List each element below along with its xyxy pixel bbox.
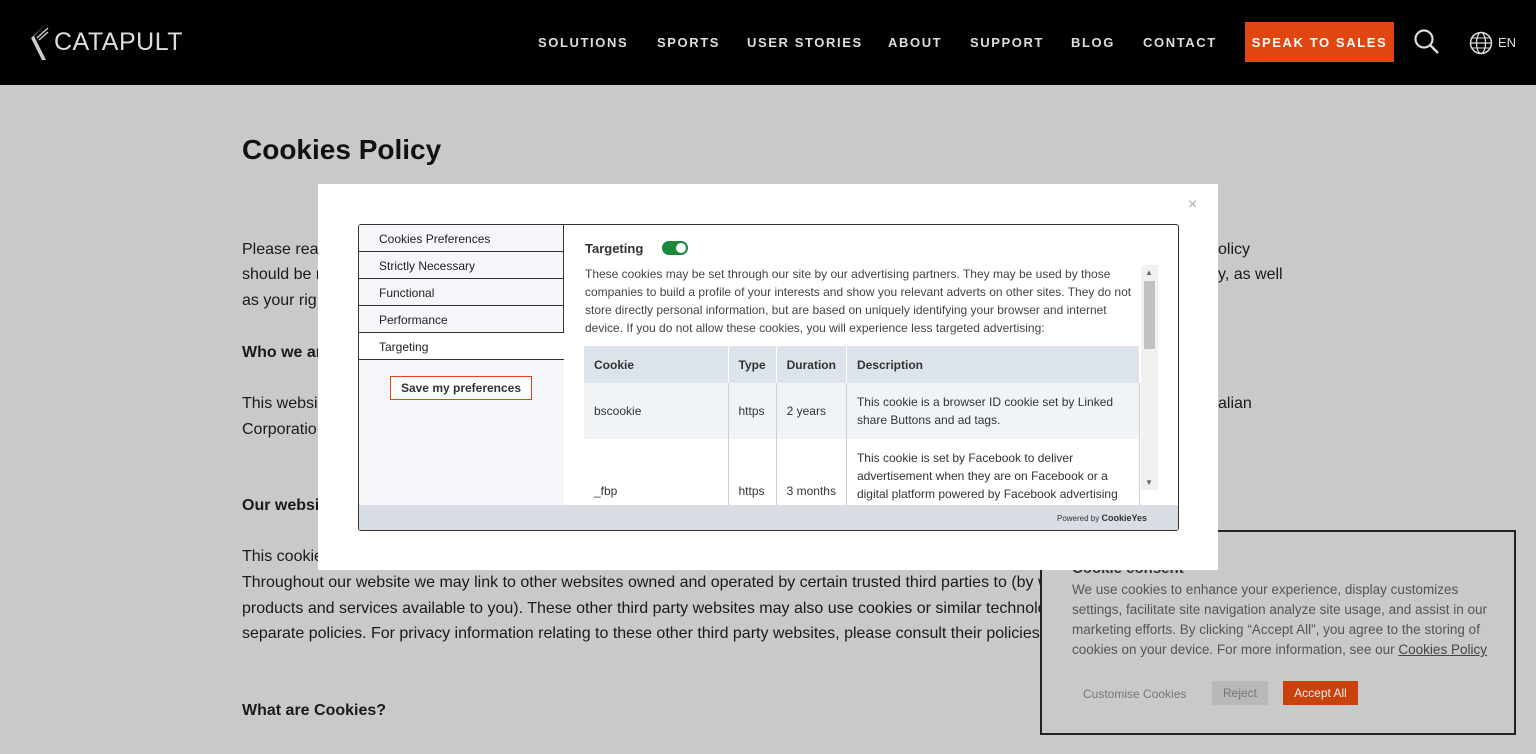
section-description: These cookies may be set through our sit…	[585, 267, 1132, 335]
cell: https	[728, 439, 777, 505]
table-row: _fbp https 3 months This cookie is set by F…	[584, 439, 1141, 505]
customise-cookies-button[interactable]: Customise Cookies	[1083, 687, 1186, 701]
cell: 2 years	[776, 383, 847, 439]
tab-cookies-preferences[interactable]: Cookies Preferences	[359, 225, 564, 252]
body-text: should be r	[242, 266, 322, 283]
cookie-table: Cookie Type Duration Description bscookie ht…	[584, 346, 1141, 505]
globe-icon[interactable]	[1469, 31, 1493, 55]
banner-text: We use cookies to enhance your experienc…	[1072, 580, 1492, 660]
column-header: Cookie	[584, 346, 729, 383]
body-text: as your rig	[242, 292, 317, 309]
logo-text: CATAPULT	[54, 27, 184, 56]
site-header: CATAPULT SOLUTIONS SPORTS USER STORIES A…	[0, 0, 1536, 85]
body-text: products and services available to you).…	[242, 600, 1047, 617]
nav-solutions[interactable]: SOLUTIONS	[538, 35, 628, 50]
column-header: Type	[728, 346, 777, 383]
page-title: Cookies Policy	[242, 134, 442, 165]
scrollbar-thumb[interactable]	[1144, 281, 1155, 349]
tab-targeting[interactable]: Targeting	[359, 333, 564, 360]
body-text: Corporatio	[242, 421, 317, 438]
scroll-down-icon[interactable]: ▼	[1145, 478, 1153, 487]
tab-strictly-necessary[interactable]: Strictly Necessary	[359, 252, 564, 279]
body-text: y, as well	[1218, 266, 1283, 283]
body-text: This websi	[242, 395, 318, 412]
section-title: Targeting	[585, 241, 644, 256]
section-heading: What are Cookies?	[242, 702, 387, 719]
close-icon[interactable]: ×	[1188, 196, 1197, 214]
preference-tabs: Cookies Preferences Strictly Necessary F…	[359, 225, 564, 505]
cell: This cookie is a browser ID cookie set b…	[846, 383, 1141, 439]
search-icon[interactable]	[1413, 28, 1441, 56]
speak-to-sales-button[interactable]: SPEAK TO SALES	[1245, 22, 1394, 62]
column-header: Description	[846, 346, 1141, 383]
catapult-logo-icon	[31, 24, 49, 60]
nav-blog[interactable]: BLOG	[1071, 35, 1115, 50]
cell: https	[728, 383, 777, 439]
powered-by-label: Powered by	[1056, 514, 1100, 523]
cell: _fbp	[584, 439, 729, 505]
cell: 3 months	[776, 439, 847, 505]
body-text: Please rea	[242, 241, 319, 258]
reject-button[interactable]: Reject	[1212, 681, 1268, 705]
scrollbar[interactable]: ▲ ▼	[1141, 265, 1158, 490]
accept-all-button[interactable]: Accept All	[1283, 681, 1358, 705]
nav-user-stories[interactable]: USER STORIES	[747, 35, 863, 50]
cookieyes-brand[interactable]: CookieYes	[1101, 513, 1147, 523]
table-row: bscookie https 2 years This cookie is a bro…	[584, 383, 1141, 439]
nav-contact[interactable]: CONTACT	[1143, 35, 1217, 50]
body-text: olicy	[1218, 241, 1251, 258]
save-preferences-button[interactable]: Save my preferences	[390, 376, 532, 400]
targeting-content: Targeting These cookies may be set throu…	[564, 225, 1158, 505]
body-text: Throughout our website we may link to ot…	[242, 574, 1050, 591]
body-text: separate policies. For privacy informati…	[242, 625, 1040, 642]
column-header: Duration	[776, 346, 847, 383]
targeting-toggle[interactable]	[662, 241, 688, 255]
nav-about[interactable]: ABOUT	[888, 35, 942, 50]
tab-performance[interactable]: Performance	[359, 306, 564, 333]
tab-functional[interactable]: Functional	[359, 279, 564, 306]
cell: bscookie	[584, 383, 729, 439]
body-text: This cookie	[242, 548, 323, 565]
cookies-policy-link[interactable]: Cookies Policy	[1398, 642, 1487, 657]
nav-sports[interactable]: SPORTS	[657, 35, 720, 50]
body-text: alian	[1218, 395, 1252, 412]
nav-support[interactable]: SUPPORT	[970, 35, 1044, 50]
catapult-logo[interactable]: CATAPULT	[30, 22, 183, 62]
scroll-up-icon[interactable]: ▲	[1145, 268, 1153, 277]
preferences-panel: Cookies Preferences Strictly Necessary F…	[358, 224, 1179, 531]
section-heading: Our websi	[242, 497, 320, 514]
section-heading: Who we ar	[242, 344, 323, 361]
powered-by-footer: Powered by CookieYes	[359, 505, 1178, 530]
cell: This cookie is set by Facebook to delive…	[846, 439, 1141, 505]
language-selector[interactable]: EN	[1498, 35, 1516, 50]
